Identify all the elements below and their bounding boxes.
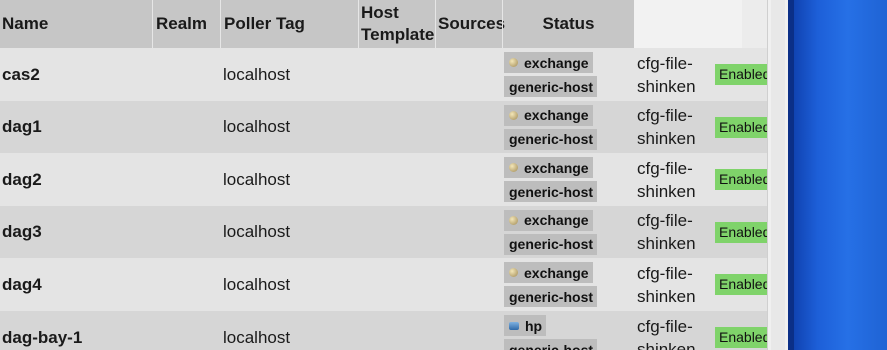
poller-tag: localhost bbox=[223, 117, 291, 137]
source: cfg-file-shinken bbox=[637, 106, 696, 149]
table-row[interactable]: dag4 localhost exchange generic-host cfg-fil… bbox=[0, 258, 767, 312]
exchange-icon bbox=[509, 58, 518, 67]
status-badge: Enabled bbox=[715, 327, 767, 348]
template-tag[interactable]: exchange bbox=[504, 157, 593, 179]
exchange-icon bbox=[509, 268, 518, 278]
hp-icon bbox=[509, 321, 519, 330]
exchange-icon bbox=[509, 163, 518, 173]
source: cfg-file-shinken bbox=[637, 158, 696, 201]
source: cfg-file-shinken bbox=[637, 316, 696, 350]
host-name[interactable]: dag2 bbox=[2, 153, 42, 206]
exchange-icon bbox=[509, 215, 518, 225]
table-row[interactable]: dag3 localhost exchange generic-host cfg-fil… bbox=[0, 205, 767, 259]
scrollbar-thumb[interactable] bbox=[771, 0, 785, 350]
window-edge bbox=[788, 0, 794, 350]
template-tag[interactable]: exchange bbox=[504, 262, 593, 284]
poller-tag: localhost bbox=[223, 64, 291, 84]
status-badge: Enabled bbox=[715, 221, 767, 243]
host-name[interactable]: dag-bay-1 bbox=[2, 311, 82, 350]
table-header: Name Realm Poller Tag Host Template Sour… bbox=[0, 0, 767, 48]
host-template-tags: exchange generic-host bbox=[504, 262, 600, 310]
template-tag[interactable]: exchange bbox=[504, 209, 593, 231]
template-tag[interactable]: generic-host bbox=[504, 286, 598, 308]
poller-tag: localhost bbox=[223, 169, 291, 189]
source: cfg-file-shinken bbox=[637, 263, 696, 306]
host-name[interactable]: dag4 bbox=[2, 258, 42, 311]
template-tag[interactable]: generic-host bbox=[504, 339, 598, 350]
table-row[interactable]: cas2 localhost exchange generic-host cfg-fil… bbox=[0, 48, 767, 101]
source: cfg-file-shinken bbox=[637, 53, 696, 96]
template-tag[interactable]: generic-host bbox=[504, 76, 598, 97]
status-badge: Enabled bbox=[715, 169, 767, 191]
column-header-realm[interactable]: Realm bbox=[156, 0, 220, 48]
host-name[interactable]: dag1 bbox=[2, 101, 42, 154]
table-row[interactable]: dag-bay-1 localhost hp generic-host cfg-file… bbox=[0, 311, 767, 350]
poller-tag: localhost bbox=[223, 327, 291, 347]
host-template-tags: exchange generic-host bbox=[504, 157, 600, 205]
column-header-sources[interactable]: Sources bbox=[438, 0, 505, 48]
template-tag[interactable]: hp bbox=[504, 315, 547, 336]
template-tag[interactable]: generic-host bbox=[504, 181, 598, 203]
template-tag[interactable]: exchange bbox=[504, 52, 593, 73]
column-header-name[interactable]: Name bbox=[2, 0, 152, 48]
table-row[interactable]: dag1 localhost exchange generic-host cfg-fil… bbox=[0, 100, 767, 154]
host-name[interactable]: cas2 bbox=[2, 48, 40, 101]
vertical-scrollbar[interactable] bbox=[767, 0, 789, 350]
source: cfg-file-shinken bbox=[637, 211, 696, 254]
status-badge: Enabled bbox=[715, 274, 767, 296]
host-name[interactable]: dag3 bbox=[2, 206, 42, 259]
template-tag[interactable]: generic-host bbox=[504, 233, 598, 255]
poller-tag: localhost bbox=[223, 274, 291, 294]
status-badge: Enabled bbox=[715, 64, 767, 85]
column-header-status[interactable]: Status bbox=[503, 0, 634, 48]
column-header-poller-tag[interactable]: Poller Tag bbox=[224, 0, 358, 48]
header-blank-area-2 bbox=[742, 0, 767, 48]
header-blank-area bbox=[634, 0, 742, 48]
exchange-icon bbox=[509, 110, 518, 120]
template-tag[interactable]: exchange bbox=[504, 104, 593, 126]
desktop-background bbox=[788, 0, 887, 350]
host-template-tags: hp generic-host bbox=[504, 315, 600, 350]
poller-tag: localhost bbox=[223, 222, 291, 242]
host-template-tags: exchange generic-host bbox=[504, 209, 600, 258]
table-row[interactable]: dag2 localhost exchange generic-host cfg-fil… bbox=[0, 153, 767, 207]
host-template-tags: exchange generic-host bbox=[504, 104, 600, 153]
hosts-table: Name Realm Poller Tag Host Template Sour… bbox=[0, 0, 767, 350]
template-tag[interactable]: generic-host bbox=[504, 128, 598, 150]
status-badge: Enabled bbox=[715, 116, 767, 138]
host-template-tags: exchange generic-host bbox=[504, 52, 600, 100]
column-header-host-template[interactable]: Host Template bbox=[361, 0, 435, 48]
